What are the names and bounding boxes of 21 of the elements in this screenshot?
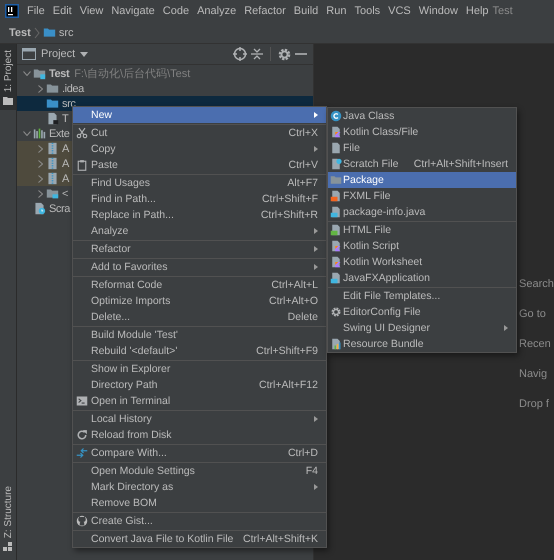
shortcut-text: Ctrl+Alt+F12 xyxy=(259,379,318,391)
shortcut-text: Alt+F7 xyxy=(287,177,318,189)
hint-text: Search xyxy=(519,277,554,291)
shortcut-text: Delete xyxy=(288,311,318,323)
hint-text: Drop f xyxy=(519,397,550,411)
shortcut-text: Ctrl+Alt+L xyxy=(271,279,318,291)
shortcut-text: Ctrl+Alt+O xyxy=(268,295,318,307)
shortcut-text: Ctrl+Alt+Shift+K xyxy=(243,533,318,545)
shortcut-text: Ctrl+X xyxy=(288,127,318,139)
shortcut-text: Ctrl+Alt+Shift+Insert xyxy=(414,158,508,170)
hint-text: Navig xyxy=(519,367,548,381)
shortcut-text: F4 xyxy=(306,465,318,477)
shortcut-text: Ctrl+Shift+R xyxy=(260,209,318,221)
hint-text: Go to xyxy=(519,307,547,321)
shortcut-text: Ctrl+Shift+F xyxy=(262,193,318,205)
shortcut-text: Ctrl+Shift+F9 xyxy=(256,345,318,357)
path-text: F:\自动化\后台代码\Test xyxy=(74,67,190,81)
shortcut-text: Ctrl+V xyxy=(288,159,318,171)
hint-text: Recen xyxy=(519,337,552,351)
shortcut-text: Ctrl+D xyxy=(288,447,318,459)
project-name: Test xyxy=(492,5,513,17)
